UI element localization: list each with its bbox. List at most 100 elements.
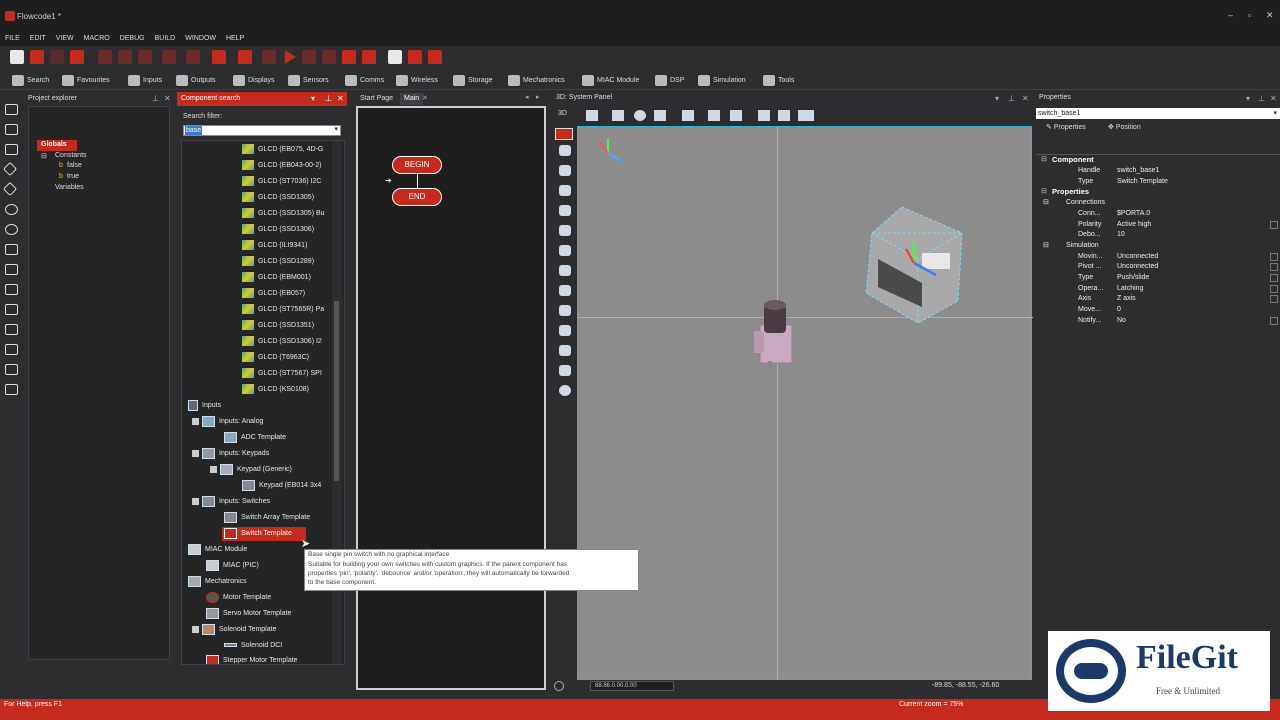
- close-icon[interactable]: ✕: [164, 94, 171, 103]
- dropdown-icon[interactable]: ▾: [311, 94, 315, 103]
- list-item[interactable]: GLCD (SSD1306) I2: [242, 335, 322, 349]
- cube-shape-icon[interactable]: [559, 165, 571, 176]
- section-properties[interactable]: Properties: [1052, 187, 1089, 196]
- rotate-tool-icon[interactable]: [634, 110, 646, 121]
- prop-row-debounce[interactable]: Debo... 10: [1040, 230, 1278, 241]
- minimize-button[interactable]: –: [1228, 10, 1233, 20]
- menu-edit[interactable]: EDIT: [25, 32, 51, 46]
- undo-arrow-icon[interactable]: [162, 50, 176, 64]
- cut-icon[interactable]: [98, 50, 112, 64]
- save-icon[interactable]: [70, 50, 84, 64]
- list-item[interactable]: GLCD (SSD1305): [242, 191, 314, 205]
- toolbar-favourites[interactable]: Favourites: [62, 73, 110, 87]
- list-item[interactable]: GLCD (ST7036) I2C: [242, 175, 321, 189]
- collapse-icon[interactable]: ⊟: [1041, 187, 1047, 195]
- zoom-tool-icon[interactable]: [654, 110, 666, 121]
- scrollbar-thumb[interactable]: [334, 301, 339, 481]
- group-inputs-analog[interactable]: Inputs: Analog: [192, 415, 263, 429]
- list-item[interactable]: GLCD (ST7565R) Pa: [242, 303, 324, 317]
- calc-tool-icon[interactable]: [5, 124, 18, 135]
- collapse-icon[interactable]: ⊟: [1043, 198, 1049, 209]
- label-tool-icon[interactable]: [5, 304, 18, 315]
- collapse-icon[interactable]: ⊟: [1041, 155, 1047, 163]
- tree-constants[interactable]: Constants: [55, 152, 87, 159]
- dropdown-icon[interactable]: ▾: [1246, 94, 1250, 103]
- build-icon[interactable]: [408, 50, 422, 64]
- open-file-icon[interactable]: [30, 50, 44, 64]
- prop-row-connection[interactable]: Conn... $PORTA.0: [1040, 209, 1278, 220]
- sphere-shape-icon[interactable]: [559, 185, 571, 196]
- list-item[interactable]: GLCD (KS0108): [242, 383, 309, 397]
- prop-row-connections[interactable]: ⊟ Connections: [1040, 198, 1278, 209]
- pill-shape-icon[interactable]: [559, 225, 571, 236]
- target-icon[interactable]: [554, 681, 564, 691]
- prop-row-notify[interactable]: Notify... No: [1040, 316, 1278, 327]
- tab-main[interactable]: Main: [400, 93, 424, 105]
- compile-icon[interactable]: [262, 50, 276, 64]
- toolbar-comms[interactable]: Comms: [345, 73, 384, 87]
- toolbar-outputs[interactable]: Outputs: [176, 73, 216, 87]
- toolbar-search[interactable]: Search: [12, 73, 49, 87]
- pan-tool-icon[interactable]: [612, 110, 624, 121]
- selected-component-select[interactable]: switch_base1 ▾: [1036, 108, 1280, 119]
- help-icon[interactable]: [238, 50, 252, 64]
- disc-shape-icon[interactable]: [559, 205, 571, 216]
- list-item[interactable]: GLCD (SSD1306): [242, 223, 314, 237]
- menu-file[interactable]: FILE: [0, 32, 25, 46]
- list-item[interactable]: Stepper Motor Template: [206, 654, 298, 664]
- chevron-right-icon[interactable]: ▸: [536, 93, 540, 101]
- decision-tool-icon[interactable]: [2, 161, 18, 177]
- close-icon[interactable]: ✕: [1270, 94, 1277, 103]
- list-item[interactable]: Keypad (Generic): [210, 463, 292, 477]
- menu-help[interactable]: HELP: [221, 32, 249, 46]
- list-item[interactable]: GLCD (T6963C): [242, 351, 309, 365]
- fit-view-icon[interactable]: [708, 110, 720, 121]
- text-tool-icon[interactable]: [5, 104, 18, 115]
- toolbar-tools[interactable]: Tools: [763, 73, 794, 87]
- stop-icon[interactable]: [322, 50, 336, 64]
- chevron-down-icon[interactable]: ▾: [334, 125, 338, 133]
- code-tool-icon[interactable]: [5, 384, 18, 395]
- group-inputs[interactable]: Inputs: [188, 399, 221, 413]
- move-icon[interactable]: [778, 110, 790, 121]
- camera-icon[interactable]: [682, 110, 694, 121]
- diamond-shape-icon[interactable]: [559, 285, 571, 296]
- delay-tool-icon[interactable]: [5, 144, 18, 155]
- switch-base-model[interactable]: [862, 203, 968, 329]
- tube-shape-icon[interactable]: [559, 345, 571, 356]
- prop-row-simulation[interactable]: ⊟ Simulation: [1040, 241, 1278, 252]
- collapse-icon[interactable]: ⊟: [1043, 241, 1049, 252]
- dropdown-icon[interactable]: [1270, 317, 1278, 325]
- download-icon[interactable]: [428, 50, 442, 64]
- prop-row-pivot[interactable]: Pivot ... Unconnected: [1040, 262, 1278, 273]
- prop-row-movement[interactable]: Move... 0: [1040, 305, 1278, 316]
- list-item[interactable]: GLCD (SSD1351): [242, 319, 314, 333]
- close-icon[interactable]: ✕: [1022, 94, 1029, 103]
- print-icon[interactable]: [212, 50, 226, 64]
- pin-icon[interactable]: ⊥: [1258, 94, 1265, 103]
- loop-tool-icon[interactable]: [5, 244, 18, 255]
- dropdown-icon[interactable]: [1270, 253, 1278, 261]
- list-item-selected[interactable]: Switch Template: [224, 527, 292, 541]
- list-item[interactable]: GLCD (SSD1305) Bu: [242, 207, 325, 221]
- list-item[interactable]: GLCD (ILI9341): [242, 239, 307, 253]
- list-item[interactable]: Servo Motor Template: [206, 607, 291, 621]
- redo-arrow-icon[interactable]: [186, 50, 200, 64]
- list-item[interactable]: GLCD (EB043-00-2): [242, 159, 321, 173]
- group-inputs-switches[interactable]: Inputs: Switches: [192, 495, 270, 509]
- pyramid-shape-icon[interactable]: [559, 265, 571, 276]
- cylinder-shape-icon[interactable]: [559, 325, 571, 336]
- settings-dropdown-icon[interactable]: [798, 110, 814, 121]
- prop-row-sim-type[interactable]: Type Push/slide: [1040, 273, 1278, 284]
- close-icon[interactable]: ✕: [337, 94, 344, 103]
- toolbar-storage[interactable]: Storage: [453, 73, 493, 87]
- pin-icon[interactable]: ⊥: [325, 94, 332, 103]
- pin-icon[interactable]: ⊥: [1008, 94, 1015, 103]
- component-macro-tool-icon[interactable]: [5, 284, 18, 295]
- tree-globals[interactable]: Globals: [41, 141, 67, 148]
- toolbar-mechatronics[interactable]: Mechatronics: [508, 73, 565, 87]
- menu-build[interactable]: BUILD: [150, 32, 181, 46]
- wrench-icon[interactable]: [758, 110, 770, 121]
- shape-tool-icon[interactable]: [559, 145, 571, 156]
- cone-shape-icon[interactable]: [559, 245, 571, 256]
